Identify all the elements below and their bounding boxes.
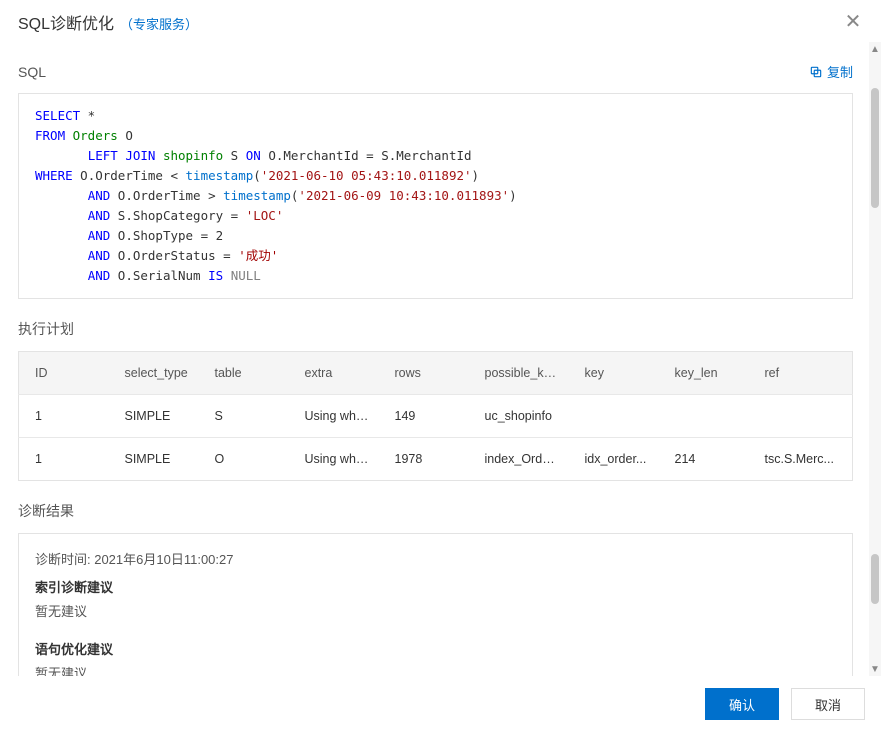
diag-section-header: 诊断结果 bbox=[18, 501, 853, 521]
diag-time: 诊断时间: 2021年6月10日11:00:27 bbox=[35, 548, 836, 572]
col-select-type: select_type bbox=[109, 352, 199, 395]
tbl-orders: Orders bbox=[65, 128, 118, 143]
cell-select-type: SIMPLE bbox=[109, 438, 199, 481]
cell-possible-keys[interactable]: index_Order... bbox=[469, 438, 569, 481]
sql-text: O.ShopType = 2 bbox=[110, 228, 223, 243]
sql-diagnosis-dialog: SQL诊断优化 （专家服务） ✕ SQL 复制 SELECT * FROM Or… bbox=[0, 0, 883, 738]
str-literal: '2021-06-10 05:43:10.011892' bbox=[261, 168, 472, 183]
copy-label: 复制 bbox=[827, 62, 853, 81]
diag-label: 诊断结果 bbox=[18, 501, 74, 521]
kw-is: IS bbox=[208, 268, 223, 283]
diagnosis-result-box: 诊断时间: 2021年6月10日11:00:27 索引诊断建议 暂无建议 语句优… bbox=[18, 533, 853, 676]
confirm-button[interactable]: 确认 bbox=[705, 688, 779, 720]
table-header-row: ID select_type table extra rows possible… bbox=[19, 352, 853, 395]
copy-button[interactable]: 复制 bbox=[809, 62, 853, 81]
kw-and: AND bbox=[88, 248, 111, 263]
cell-id: 1 bbox=[19, 438, 109, 481]
sql-label: SQL bbox=[18, 64, 46, 80]
vertical-scrollbar[interactable]: ▲ ▼ bbox=[869, 42, 881, 676]
plan-section-header: 执行计划 bbox=[18, 319, 853, 339]
dialog-body: SQL 复制 SELECT * FROM Orders O LEFT JOIN … bbox=[0, 42, 883, 676]
str-literal: '2021-06-09 10:43:10.011893' bbox=[298, 188, 509, 203]
diag-stmt-body: 暂无建议 bbox=[35, 662, 836, 676]
cancel-button[interactable]: 取消 bbox=[791, 688, 865, 720]
col-rows: rows bbox=[379, 352, 469, 395]
table-row: 1 SIMPLE S Using where 149 uc_shopinfo bbox=[19, 395, 853, 438]
kw-where: WHERE bbox=[35, 168, 73, 183]
sql-text: O.OrderStatus = bbox=[110, 248, 238, 263]
sql-section-header: SQL 复制 bbox=[18, 62, 853, 81]
str-literal: 'LOC' bbox=[246, 208, 284, 223]
cell-key-len bbox=[659, 395, 749, 438]
sql-text: O.OrderTime < bbox=[73, 168, 186, 183]
cell-table[interactable]: S bbox=[199, 395, 289, 438]
kw-and: AND bbox=[88, 228, 111, 243]
fn-timestamp: timestamp bbox=[223, 188, 291, 203]
kw-null: NULL bbox=[231, 268, 261, 283]
expert-service-link[interactable]: （专家服务） bbox=[120, 14, 198, 33]
cell-key-len: 214 bbox=[659, 438, 749, 481]
cell-possible-keys[interactable]: uc_shopinfo bbox=[469, 395, 569, 438]
cell-rows: 149 bbox=[379, 395, 469, 438]
sql-text: * bbox=[80, 108, 95, 123]
sql-code-box[interactable]: SELECT * FROM Orders O LEFT JOIN shopinf… bbox=[18, 93, 853, 299]
scroll-up-icon[interactable]: ▲ bbox=[869, 42, 881, 56]
table-row: 1 SIMPLE O Using where 1978 index_Order.… bbox=[19, 438, 853, 481]
scroll-thumb[interactable] bbox=[871, 88, 879, 208]
cell-key[interactable] bbox=[569, 395, 659, 438]
sql-text bbox=[223, 268, 231, 283]
dialog-footer: 确认 取消 bbox=[0, 676, 883, 738]
diag-index-body: 暂无建议 bbox=[35, 600, 836, 624]
cell-ref bbox=[749, 395, 853, 438]
col-key-len: key_len bbox=[659, 352, 749, 395]
kw-and: AND bbox=[88, 268, 111, 283]
sql-text: S.ShopCategory = bbox=[110, 208, 245, 223]
title-wrap: SQL诊断优化 （专家服务） bbox=[18, 10, 198, 34]
cell-id: 1 bbox=[19, 395, 109, 438]
kw-from: FROM bbox=[35, 128, 65, 143]
scroll-thumb[interactable] bbox=[871, 554, 879, 604]
tbl-shopinfo: shopinfo bbox=[155, 148, 223, 163]
scroll-down-icon[interactable]: ▼ bbox=[869, 662, 881, 676]
close-icon[interactable]: ✕ bbox=[841, 10, 865, 34]
plan-label: 执行计划 bbox=[18, 319, 74, 339]
sql-text: ) bbox=[472, 168, 480, 183]
kw-and: AND bbox=[88, 208, 111, 223]
execution-plan-table: ID select_type table extra rows possible… bbox=[18, 351, 853, 481]
diag-index-title: 索引诊断建议 bbox=[35, 576, 836, 600]
dialog-header: SQL诊断优化 （专家服务） ✕ bbox=[0, 0, 883, 42]
col-table: table bbox=[199, 352, 289, 395]
cell-extra: Using where bbox=[289, 438, 379, 481]
sql-text: O bbox=[118, 128, 133, 143]
sql-text: O.OrderTime > bbox=[110, 188, 223, 203]
cell-rows: 1978 bbox=[379, 438, 469, 481]
sql-text: ( bbox=[253, 168, 261, 183]
diag-stmt-title: 语句优化建议 bbox=[35, 638, 836, 662]
cell-key[interactable]: idx_order... bbox=[569, 438, 659, 481]
sql-text: ) bbox=[509, 188, 517, 203]
col-id: ID bbox=[19, 352, 109, 395]
cell-ref: tsc.S.Merc... bbox=[749, 438, 853, 481]
kw-on: ON bbox=[246, 148, 261, 163]
col-possible-keys: possible_keys bbox=[469, 352, 569, 395]
sql-text: S bbox=[223, 148, 246, 163]
str-literal: '成功' bbox=[238, 248, 278, 263]
body-inner: SQL 复制 SELECT * FROM Orders O LEFT JOIN … bbox=[18, 62, 877, 676]
kw-select: SELECT bbox=[35, 108, 80, 123]
kw-and: AND bbox=[88, 188, 111, 203]
col-ref: ref bbox=[749, 352, 853, 395]
dialog-title: SQL诊断优化 bbox=[18, 10, 114, 34]
cell-select-type: SIMPLE bbox=[109, 395, 199, 438]
sql-text: O.SerialNum bbox=[110, 268, 208, 283]
col-key: key bbox=[569, 352, 659, 395]
col-extra: extra bbox=[289, 352, 379, 395]
cell-table[interactable]: O bbox=[199, 438, 289, 481]
copy-icon bbox=[809, 65, 823, 79]
sql-text: O.MerchantId = S.MerchantId bbox=[261, 148, 472, 163]
fn-timestamp: timestamp bbox=[186, 168, 254, 183]
kw-leftjoin: LEFT JOIN bbox=[88, 148, 156, 163]
cell-extra: Using where bbox=[289, 395, 379, 438]
